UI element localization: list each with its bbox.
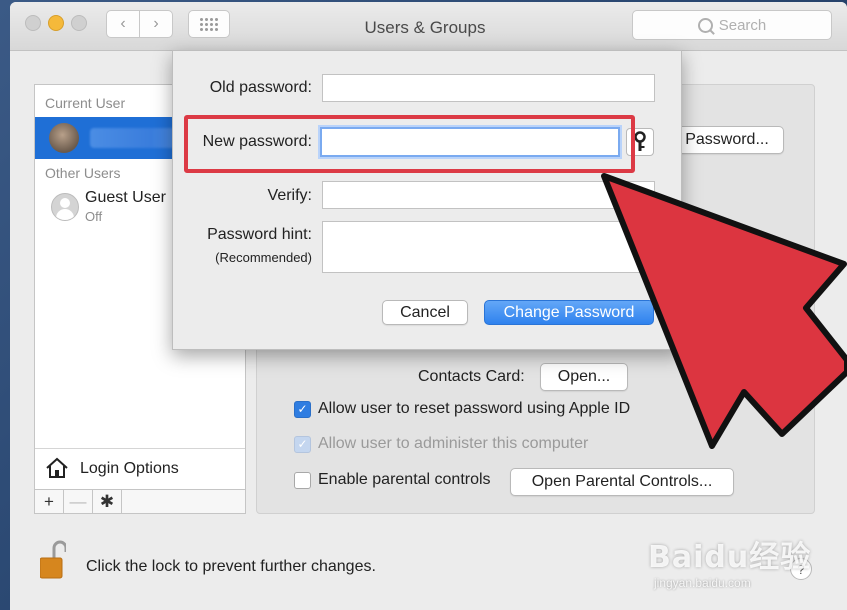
watermark-url: jingyan.baidu.com [654, 576, 751, 590]
red-arrow-annotation [601, 173, 847, 449]
watermark-logo: Baidu经验 [648, 540, 812, 575]
watermark: Baidu经验 jingyan.baidu.com [648, 532, 811, 590]
